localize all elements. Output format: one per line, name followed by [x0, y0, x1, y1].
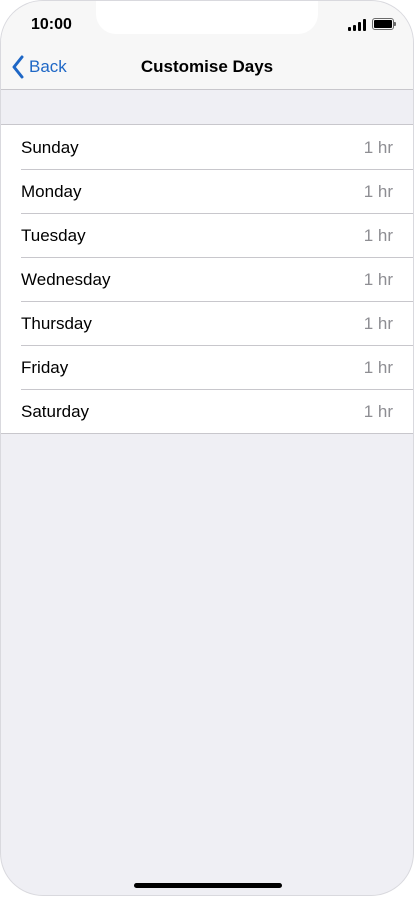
page-title: Customise Days [140, 57, 274, 76]
day-label: Friday [21, 358, 69, 377]
day-label: Thursday [21, 314, 92, 333]
day-label: Wednesday [21, 270, 111, 289]
day-duration: 1 hr [363, 226, 393, 245]
day-label: Saturday [21, 402, 90, 421]
day-label: Tuesday [21, 226, 86, 245]
day-row-monday[interactable]: Monday 1 hr [1, 169, 413, 213]
day-duration: 1 hr [363, 358, 393, 377]
day-row-tuesday[interactable]: Tuesday 1 hr [1, 213, 413, 257]
home-indicator[interactable] [134, 883, 282, 888]
signal-icon [348, 19, 367, 31]
day-duration: 1 hr [363, 138, 393, 157]
device-notch [96, 1, 318, 34]
day-row-thursday[interactable]: Thursday 1 hr [1, 301, 413, 345]
day-row-friday[interactable]: Friday 1 hr [1, 345, 413, 389]
navigation-bar: 10:00 Back Customise Days [1, 1, 413, 90]
day-label: Monday [21, 182, 82, 201]
day-duration: 1 hr [363, 182, 393, 201]
day-row-saturday[interactable]: Saturday 1 hr [1, 389, 413, 433]
phone-screen: 10:00 Back Customise Days Sunday 1 hr Mo… [1, 1, 413, 895]
day-duration: 1 hr [363, 270, 393, 289]
battery-icon [372, 18, 396, 30]
days-list: Sunday 1 hr Monday 1 hr Tuesday 1 hr Wed… [1, 124, 413, 434]
day-row-sunday[interactable]: Sunday 1 hr [1, 125, 413, 169]
day-duration: 1 hr [363, 314, 393, 333]
day-duration: 1 hr [363, 402, 393, 421]
day-row-wednesday[interactable]: Wednesday 1 hr [1, 257, 413, 301]
status-time: 10:00 [31, 16, 72, 33]
day-label: Sunday [21, 138, 79, 157]
